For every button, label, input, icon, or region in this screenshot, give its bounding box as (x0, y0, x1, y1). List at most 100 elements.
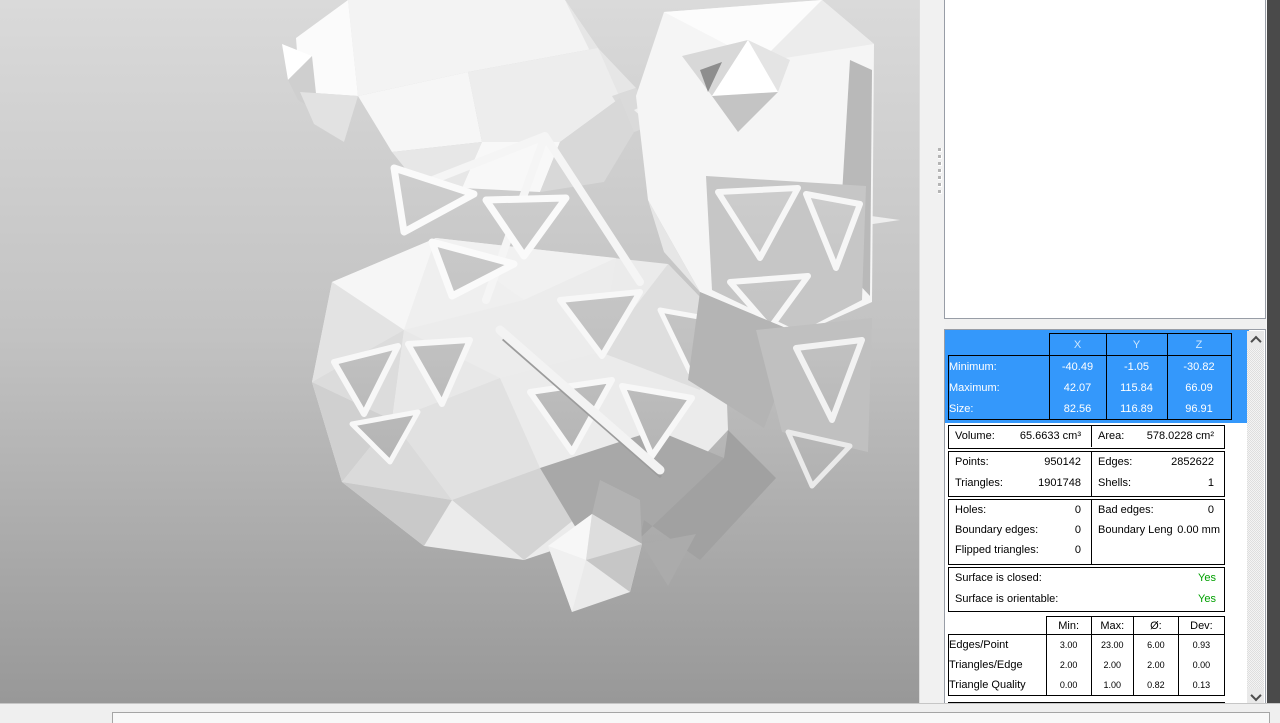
holes-label: Holes: (955, 504, 987, 516)
surface-closed-value: Yes (1198, 572, 1216, 584)
parts-list-panel (944, 0, 1266, 319)
quality-value: 3.00 (1045, 634, 1092, 655)
shells-value: 1 (1207, 477, 1214, 489)
splitter-grip-icon (938, 148, 942, 194)
chevron-down-icon (1249, 689, 1262, 702)
dims-row-label: Maximum: (948, 377, 1050, 398)
triangles-label: Triangles: (955, 477, 1003, 489)
panel-splitter[interactable] (919, 0, 945, 703)
boundary-edges-value: 0 (1074, 524, 1081, 536)
boundary-length-row: Boundary Leng 0.00 mm (1092, 520, 1224, 540)
quality-value: 2.00 (1090, 655, 1134, 675)
dimensions-table: X Y Z Minimum: -40.49 -1.05 -30.82 Maxim… (948, 333, 1232, 420)
quality-row-triangles-edge: Triangles/Edge 2.00 2.00 2.00 0.00 (948, 655, 1226, 675)
edges-label: Edges: (1098, 456, 1133, 468)
window-edge-strip (1267, 0, 1280, 712)
quality-value: 6.00 (1132, 634, 1179, 655)
dims-corner-cell (949, 334, 1050, 356)
boundary-edges-label: Boundary edges: (955, 524, 1039, 536)
bad-edges-label: Bad edges: (1098, 504, 1154, 516)
shells-row: Shells: 1 (1092, 473, 1224, 494)
quality-value: 1.00 (1090, 675, 1134, 696)
boundary-edges-row: Boundary edges: 0 (949, 520, 1091, 540)
quality-row-edges-point: Edges/Point 3.00 23.00 6.00 0.93 (948, 634, 1226, 655)
holes-value: 0 (1074, 504, 1081, 516)
dims-row-size: Size: 82.56 116.89 96.91 (948, 398, 1232, 420)
dims-row-label: Minimum: (948, 355, 1050, 377)
quality-row-label: Edges/Point (948, 634, 1047, 655)
defects-box: Holes: 0 Boundary edges: 0 Flipped trian… (948, 499, 1225, 565)
quality-value: 0.13 (1177, 675, 1226, 696)
dims-col-x: X (1048, 333, 1107, 356)
dims-row-label: Size: (948, 398, 1050, 420)
dims-value: 66.09 (1166, 377, 1232, 398)
volume-value: 65.6633 cm³ (1019, 430, 1081, 442)
shells-label: Shells: (1098, 477, 1132, 489)
quality-row-label: Triangle Quality (948, 675, 1047, 696)
chevron-up-icon (1249, 335, 1262, 348)
surface-status-box: Surface is closed: Yes Surface is orient… (948, 567, 1225, 612)
quality-value: 0.00 (1045, 675, 1092, 696)
dims-value: 116.89 (1105, 398, 1168, 420)
status-field (112, 712, 1270, 723)
app-root: X Y Z Minimum: -40.49 -1.05 -30.82 Maxim… (0, 0, 1280, 723)
edges-row: Edges: 2852622 (1092, 452, 1224, 473)
boundary-length-value: 0.00 mm (1177, 524, 1220, 536)
quality-box: Min: Max: Ø: Dev: Edges/Point 3.00 23.00… (948, 616, 1226, 700)
edges-value: 2852622 (1171, 456, 1214, 468)
dims-col-y: Y (1105, 333, 1168, 356)
quality-row-label: Triangles/Edge (948, 655, 1047, 675)
mesh-counts-box: Points: 950142 Triangles: 1901748 Edges:… (948, 451, 1225, 497)
quality-table: Min: Max: Ø: Dev: Edges/Point 3.00 23.00… (948, 616, 1226, 696)
dims-value: 96.91 (1166, 398, 1232, 420)
dims-row-minimum: Minimum: -40.49 -1.05 -30.82 (948, 355, 1232, 377)
dimensions-section: X Y Z Minimum: -40.49 -1.05 -30.82 Maxim… (945, 330, 1249, 423)
surface-closed-row: Surface is closed: Yes (949, 568, 1224, 589)
points-label: Points: (955, 456, 989, 468)
3d-model (282, 0, 900, 612)
flipped-triangles-row: Flipped triangles: 0 (949, 540, 1091, 560)
dims-row-maximum: Maximum: 42.07 115.84 66.09 (948, 377, 1232, 398)
area-label: Area: (1098, 430, 1125, 442)
dims-value: -30.82 (1166, 355, 1232, 377)
quality-col-avg: Ø: (1132, 616, 1179, 635)
status-bar (0, 703, 1280, 723)
triangles-row: Triangles: 1901748 (949, 473, 1091, 494)
surface-orientable-row: Surface is orientable: Yes (949, 589, 1224, 610)
volume-cell: Volume: 65.6633 cm³ (949, 426, 1091, 447)
surface-orientable-label: Surface is orientable: (955, 593, 1059, 605)
quality-col-dev: Dev: (1177, 616, 1226, 635)
points-value: 950142 (1044, 456, 1081, 468)
quality-value: 0.00 (1177, 655, 1226, 675)
bad-edges-row: Bad edges: 0 (1092, 500, 1224, 520)
area-cell: Area: 578.0228 cm² (1091, 426, 1224, 447)
quality-corner-cell (949, 617, 1047, 635)
quality-value: 2.00 (1132, 655, 1179, 675)
dims-value: 42.07 (1048, 377, 1107, 398)
stats-scrollbar[interactable] (1247, 331, 1264, 706)
quality-value: 2.00 (1045, 655, 1092, 675)
boundary-length-label: Boundary Leng (1098, 524, 1173, 536)
quality-col-max: Max: (1090, 616, 1134, 635)
dims-col-z: Z (1166, 333, 1232, 356)
dims-value: -1.05 (1105, 355, 1168, 377)
area-value: 578.0228 cm² (1146, 430, 1214, 442)
dims-value: 82.56 (1048, 398, 1107, 420)
3d-viewport[interactable] (0, 0, 919, 703)
volume-label: Volume: (955, 430, 995, 442)
dims-value: -40.49 (1048, 355, 1107, 377)
points-row: Points: 950142 (949, 452, 1091, 473)
mesh-statistics-panel: X Y Z Minimum: -40.49 -1.05 -30.82 Maxim… (944, 329, 1266, 708)
quality-value: 0.82 (1132, 675, 1179, 696)
surface-orientable-value: Yes (1198, 593, 1216, 605)
flipped-triangles-value: 0 (1074, 544, 1081, 556)
surface-closed-label: Surface is closed: (955, 572, 1042, 584)
holes-row: Holes: 0 (949, 500, 1091, 520)
quality-value: 0.93 (1177, 634, 1226, 655)
quality-col-min: Min: (1045, 616, 1092, 635)
dims-value: 115.84 (1105, 377, 1168, 398)
quality-value: 23.00 (1090, 634, 1134, 655)
volume-area-box: Volume: 65.6633 cm³ Area: 578.0228 cm² (948, 425, 1225, 449)
scroll-up-button[interactable] (1247, 331, 1264, 349)
quality-row-triangle-quality: Triangle Quality 0.00 1.00 0.82 0.13 (948, 675, 1226, 696)
